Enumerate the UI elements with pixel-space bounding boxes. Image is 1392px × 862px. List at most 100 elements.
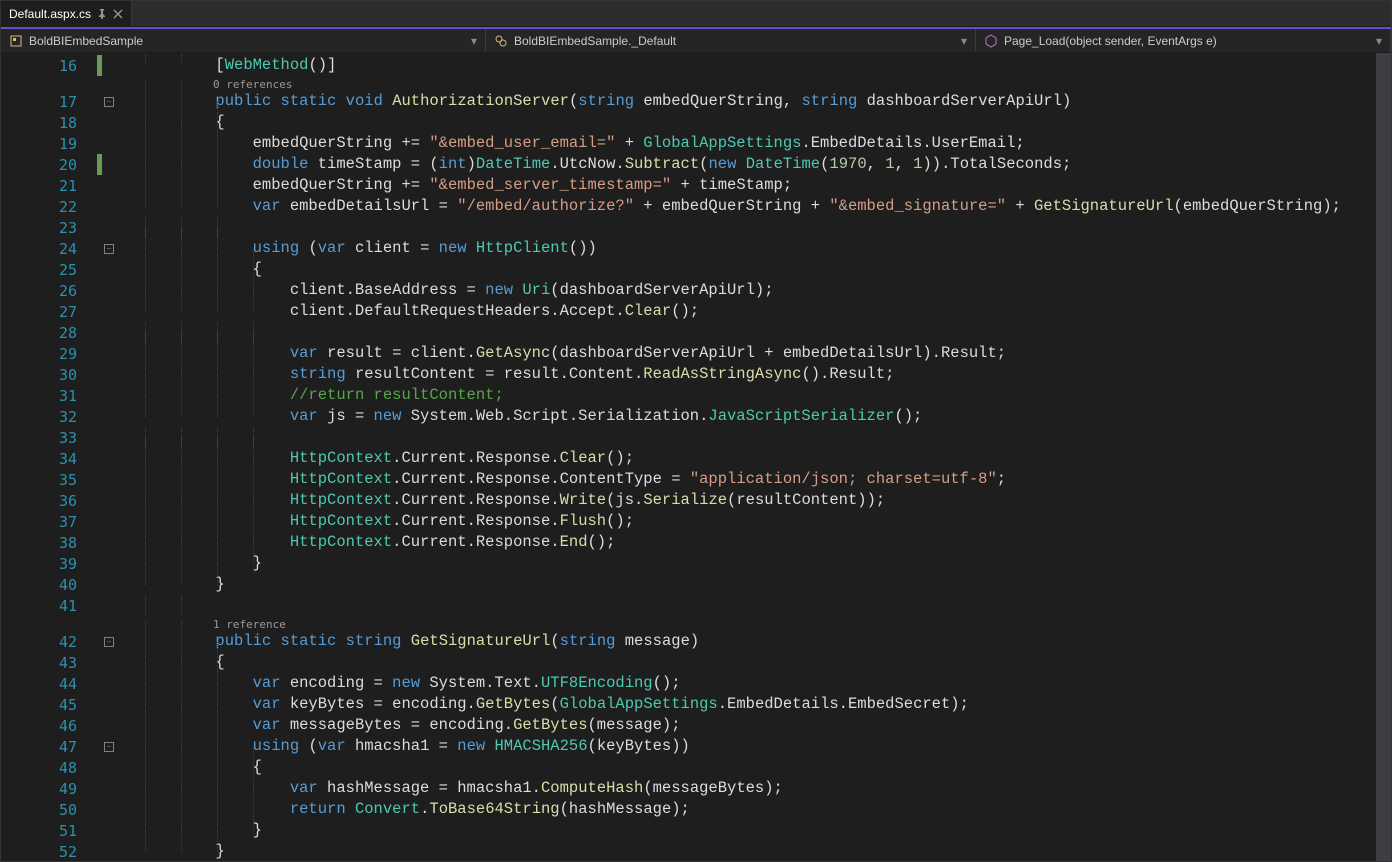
code-line: 28 [1, 322, 1376, 343]
code-text[interactable]: HttpContext.Current.Response.Flush(); [137, 511, 634, 532]
fold-toggle[interactable]: − [104, 637, 114, 647]
code-text[interactable]: { [137, 259, 262, 280]
code-text[interactable]: using (var client = new HttpClient()) [137, 238, 597, 259]
line-number: 42 [1, 633, 97, 651]
code-text[interactable]: } [137, 574, 225, 595]
code-line: 51 } [1, 820, 1376, 841]
code-text[interactable]: HttpContext.Current.Response.Write(js.Se… [137, 490, 885, 511]
line-number: 50 [1, 801, 97, 819]
code-area[interactable]: 16 [WebMethod()] 0 references 17 − publi… [1, 53, 1376, 861]
line-number: 51 [1, 822, 97, 840]
method-label: Page_Load(object sender, EventArgs e) [1004, 34, 1217, 48]
code-text[interactable]: } [137, 553, 262, 574]
line-number: 34 [1, 450, 97, 468]
code-text[interactable]: var js = new System.Web.Script.Serializa… [137, 406, 922, 427]
code-line: 52 } [1, 841, 1376, 861]
class-icon [494, 34, 508, 48]
code-text[interactable]: var encoding = new System.Text.UTF8Encod… [137, 673, 681, 694]
code-text[interactable]: var result = client.GetAsync(dashboardSe… [137, 343, 1006, 364]
code-line: 30 string resultContent = result.Content… [1, 364, 1376, 385]
code-line: 44 var encoding = new System.Text.UTF8En… [1, 673, 1376, 694]
line-number: 26 [1, 282, 97, 300]
code-text[interactable]: var hashMessage = hmacsha1.ComputeHash(m… [137, 778, 783, 799]
code-text[interactable]: client.BaseAddress = new Uri(dashboardSe… [137, 280, 774, 301]
code-text[interactable]: public static void AuthorizationServer(s… [137, 91, 1071, 112]
fold-toggle[interactable]: − [104, 97, 114, 107]
code-line: 38 HttpContext.Current.Response.End(); [1, 532, 1376, 553]
code-line: 26 client.BaseAddress = new Uri(dashboar… [1, 280, 1376, 301]
code-text[interactable]: //return resultContent; [137, 385, 504, 406]
method-icon [984, 34, 998, 48]
code-text[interactable]: } [137, 820, 262, 841]
code-text[interactable]: string resultContent = result.Content.Re… [137, 364, 894, 385]
code-line: 43 { [1, 652, 1376, 673]
namespace-label: BoldBIEmbedSample [29, 34, 143, 48]
line-number: 46 [1, 717, 97, 735]
code-line: 17 − public static void AuthorizationSer… [1, 91, 1376, 112]
code-line: 37 HttpContext.Current.Response.Flush(); [1, 511, 1376, 532]
code-text[interactable]: HttpContext.Current.Response.Clear(); [137, 448, 634, 469]
line-number: 36 [1, 492, 97, 510]
code-text[interactable]: var messageBytes = encoding.GetBytes(mes… [137, 715, 681, 736]
line-number: 48 [1, 759, 97, 777]
tab-filename: Default.aspx.cs [9, 7, 91, 21]
code-line: 22 var embedDetailsUrl = "/embed/authori… [1, 196, 1376, 217]
code-text[interactable]: HttpContext.Current.Response.ContentType… [137, 469, 1006, 490]
codelens[interactable]: 0 references [1, 76, 1376, 91]
chevron-down-icon: ▾ [471, 34, 477, 48]
line-number: 38 [1, 534, 97, 552]
code-text[interactable]: client.DefaultRequestHeaders.Accept.Clea… [137, 301, 699, 322]
vertical-scrollbar[interactable] [1376, 53, 1391, 861]
line-number: 35 [1, 471, 97, 489]
tab-bar: Default.aspx.cs [1, 1, 1391, 27]
code-text[interactable]: return Convert.ToBase64String(hashMessag… [137, 799, 690, 820]
code-line: 49 var hashMessage = hmacsha1.ComputeHas… [1, 778, 1376, 799]
close-icon[interactable] [113, 9, 123, 19]
line-number: 44 [1, 675, 97, 693]
line-number: 21 [1, 177, 97, 195]
code-text[interactable]: var keyBytes = encoding.GetBytes(GlobalA… [137, 694, 969, 715]
tab-default-aspx-cs[interactable]: Default.aspx.cs [1, 1, 132, 26]
code-text[interactable]: [WebMethod()] [137, 55, 336, 76]
line-number: 33 [1, 429, 97, 447]
code-line: 33 [1, 427, 1376, 448]
code-line: 46 var messageBytes = encoding.GetBytes(… [1, 715, 1376, 736]
line-number: 40 [1, 576, 97, 594]
pin-icon[interactable] [97, 9, 107, 19]
fold-toggle[interactable]: − [104, 742, 114, 752]
line-number: 52 [1, 843, 97, 861]
code-text[interactable]: HttpContext.Current.Response.End(); [137, 532, 615, 553]
line-number: 47 [1, 738, 97, 756]
code-line: 27 client.DefaultRequestHeaders.Accept.C… [1, 301, 1376, 322]
code-line: 35 HttpContext.Current.Response.ContentT… [1, 469, 1376, 490]
code-line: 32 var js = new System.Web.Script.Serial… [1, 406, 1376, 427]
editor: 16 [WebMethod()] 0 references 17 − publi… [1, 53, 1391, 861]
code-line: 19 embedQuerString += "&embed_user_email… [1, 133, 1376, 154]
method-dropdown[interactable]: Page_Load(object sender, EventArgs e) ▾ [976, 29, 1391, 52]
code-text[interactable]: embedQuerString += "&embed_server_timest… [137, 175, 792, 196]
class-label: BoldBIEmbedSample._Default [514, 34, 676, 48]
codelens[interactable]: 1 reference [1, 616, 1376, 631]
line-number: 31 [1, 387, 97, 405]
class-dropdown[interactable]: BoldBIEmbedSample._Default ▾ [486, 29, 976, 52]
code-line: 47 − using (var hmacsha1 = new HMACSHA25… [1, 736, 1376, 757]
code-text[interactable]: { [137, 757, 262, 778]
code-text[interactable]: public static string GetSignatureUrl(str… [137, 631, 699, 652]
namespace-dropdown[interactable]: BoldBIEmbedSample ▾ [1, 29, 486, 52]
line-number: 43 [1, 654, 97, 672]
code-line: 36 HttpContext.Current.Response.Write(js… [1, 490, 1376, 511]
fold-toggle[interactable]: − [104, 244, 114, 254]
code-text[interactable]: } [137, 841, 225, 861]
code-text[interactable]: using (var hmacsha1 = new HMACSHA256(key… [137, 736, 690, 757]
code-text[interactable]: double timeStamp = (int)DateTime.UtcNow.… [137, 154, 1071, 175]
code-line: 40 } [1, 574, 1376, 595]
code-text[interactable]: embedQuerString += "&embed_user_email=" … [137, 133, 1025, 154]
line-number: 27 [1, 303, 97, 321]
code-line: 29 var result = client.GetAsync(dashboar… [1, 343, 1376, 364]
code-line: 42 − public static string GetSignatureUr… [1, 631, 1376, 652]
line-number: 17 [1, 93, 97, 111]
line-number: 28 [1, 324, 97, 342]
code-text[interactable]: var embedDetailsUrl = "/embed/authorize?… [137, 196, 1341, 217]
line-number: 45 [1, 696, 97, 714]
line-number: 25 [1, 261, 97, 279]
